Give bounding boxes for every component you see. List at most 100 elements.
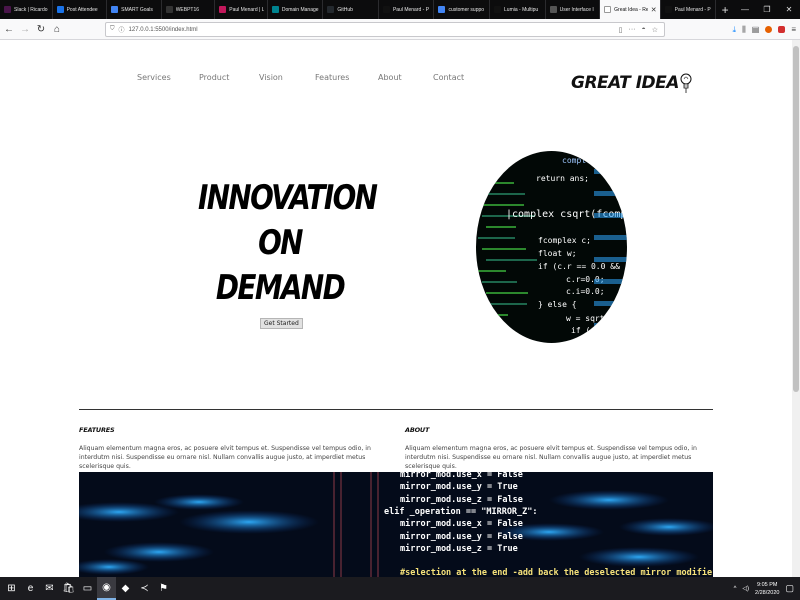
sidebar-icon[interactable]: ▤ [752, 25, 760, 34]
bookmark-star-icon[interactable]: ☆ [652, 26, 658, 34]
hamburger-menu-icon[interactable]: ≡ [791, 25, 796, 34]
code-banner-image: mirror_mod.use_x = False mirror_mod.use_y… [79, 472, 713, 577]
url-text[interactable]: 127.0.0.1:5500/index.html [129, 27, 198, 33]
store-icon[interactable]: 🛍 [59, 577, 78, 600]
maximize-button[interactable]: ❐ [756, 0, 778, 19]
nav-link-about[interactable]: About [378, 73, 402, 82]
browser-tab-strip: Slack | Ricardo Post Attendee SMART Goals W… [0, 0, 800, 19]
clock[interactable]: 9:05 PM 2/28/2020 [755, 581, 779, 597]
forward-button[interactable]: → [18, 22, 32, 36]
banner-glow-blob [104, 542, 214, 562]
tab-favicon-icon [4, 6, 11, 13]
app-icon[interactable]: ⚑ [154, 577, 173, 600]
code-noise-line [478, 204, 524, 206]
notifications-icon[interactable]: ▢ [785, 583, 794, 594]
browser-tab[interactable]: WEBPT16 [162, 0, 216, 19]
page-actions-icon[interactable]: ··· [628, 26, 635, 34]
edge-icon[interactable]: e [21, 577, 40, 600]
code-circle-image: complex c;return ans;|complex csqrt(fcom… [476, 151, 627, 343]
code-noise-line [482, 314, 508, 316]
new-tab-button[interactable]: + [716, 0, 734, 19]
vscode-icon[interactable]: ≺ [135, 577, 154, 600]
hero-heading: INNOVATION ON DEMAND [198, 176, 378, 311]
tab-title: Domain Manage [281, 6, 319, 13]
mail-icon[interactable]: ✉ [40, 577, 59, 600]
browser-tab[interactable]: Great Idea - Resp✕ [600, 0, 661, 19]
code-glow-bar [594, 191, 627, 196]
extension-icon[interactable] [765, 26, 773, 33]
code-banner-line: mirror_mod.use_z = True [400, 543, 518, 554]
browser-toolbar: ← → ↻ ⌂ ⛉ ⓘ 127.0.0.1:5500/index.html ▯ … [0, 19, 800, 40]
file-explorer-icon[interactable]: ▭ [78, 577, 97, 600]
tab-favicon-icon [165, 6, 173, 13]
nav-link-vision[interactable]: Vision [259, 73, 283, 82]
windows-taskbar: ⊞ e ✉ 🛍 ▭ ◉ ◆ ≺ ⚑ ^ ◁) 9:05 PM 2/28/2020 ▢ [0, 577, 800, 600]
get-started-button[interactable]: Get Started [260, 318, 303, 329]
page-scrollbar[interactable] [792, 40, 800, 577]
logo-text: GREAT IDEA [571, 73, 679, 93]
minimize-button[interactable]: — [734, 0, 756, 19]
browser-tab[interactable]: Paul Menard | L [215, 0, 268, 19]
tab-title: Paul Menard - P [674, 6, 711, 13]
browser-tab[interactable]: GitHub [323, 0, 379, 19]
code-circle-line: c.i=0.0; [566, 287, 605, 296]
tab-title: customer suppo [448, 6, 485, 13]
browser-tab[interactable]: SMART Goals [107, 0, 162, 19]
code-banner-line: elif _operation == "MIRROR_Z": [384, 506, 538, 517]
tray-chevron-icon[interactable]: ^ [734, 586, 737, 592]
home-button[interactable]: ⌂ [50, 22, 64, 36]
tracking-shield-icon[interactable]: ⛉ [110, 26, 115, 33]
reload-icon: ↻ [36, 23, 46, 35]
firefox-icon[interactable]: ◉ [97, 577, 116, 600]
scrollbar-thumb[interactable] [793, 46, 799, 392]
download-icon[interactable]: ⤓ [733, 25, 737, 35]
tab-favicon-icon [604, 6, 612, 13]
nav-link-features[interactable]: Features [315, 73, 349, 82]
git-icon[interactable]: ◆ [116, 577, 135, 600]
browser-tab[interactable]: Lumia - Multipu [490, 0, 546, 19]
tab-title: Great Idea - Resp [614, 6, 648, 13]
tab-title: Slack | Ricardo [14, 6, 48, 13]
nav-link-services[interactable]: Services [137, 73, 171, 82]
forward-arrow-icon: → [20, 23, 30, 35]
reader-view-icon[interactable]: ▯ [619, 26, 623, 34]
code-glow-bar [594, 213, 627, 218]
site-logo[interactable]: GREAT IDEA [571, 72, 692, 94]
hero-line: DEMAND [215, 268, 346, 308]
reload-button[interactable]: ↻ [34, 22, 48, 36]
windows-start-icon[interactable]: ⊞ [2, 577, 21, 600]
extension-icon-2[interactable] [778, 26, 786, 33]
back-button[interactable]: ← [2, 22, 16, 36]
address-bar[interactable]: ⛉ ⓘ 127.0.0.1:5500/index.html ▯ ··· ◓ ☆ [105, 22, 665, 37]
browser-tab[interactable]: Slack | Ricardo [0, 0, 53, 19]
banner-glow-blob [549, 490, 669, 510]
code-noise-line [482, 182, 514, 184]
close-window-button[interactable]: ✕ [778, 0, 800, 19]
code-noise-line [482, 281, 517, 283]
volume-icon[interactable]: ◁) [742, 585, 749, 592]
section-divider [79, 409, 713, 410]
browser-tab[interactable]: Domain Manage [268, 0, 324, 19]
close-tab-icon[interactable]: ✕ [651, 6, 657, 14]
tab-favicon-icon [271, 6, 279, 13]
back-arrow-icon: ← [4, 23, 14, 35]
site-info-icon[interactable]: ⓘ [119, 25, 125, 34]
pocket-icon[interactable]: ◓ [641, 26, 645, 34]
nav-link-contact[interactable]: Contact [433, 73, 464, 82]
tab-title: GitHub [337, 6, 353, 13]
browser-tab[interactable]: customer suppo [434, 0, 491, 19]
library-icon[interactable]: ⫼ [742, 25, 746, 35]
browser-tab[interactable]: Post Attendee [53, 0, 108, 19]
nav-link-product[interactable]: Product [199, 73, 229, 82]
browser-tab[interactable]: User Interface I [546, 0, 601, 19]
code-noise-line [486, 193, 525, 195]
banner-glow-blob [619, 518, 713, 536]
home-icon: ⌂ [53, 23, 61, 35]
clock-date: 2/28/2020 [755, 589, 780, 596]
tab-favicon-icon [494, 6, 502, 13]
code-noise-line [478, 237, 515, 239]
browser-tab[interactable]: Paul Menard - P [379, 0, 435, 19]
code-banner-line: mirror_mod.use_z = False [400, 494, 523, 505]
code-glow-bar [594, 279, 627, 284]
browser-tab[interactable]: Paul Menard - P [661, 0, 717, 19]
